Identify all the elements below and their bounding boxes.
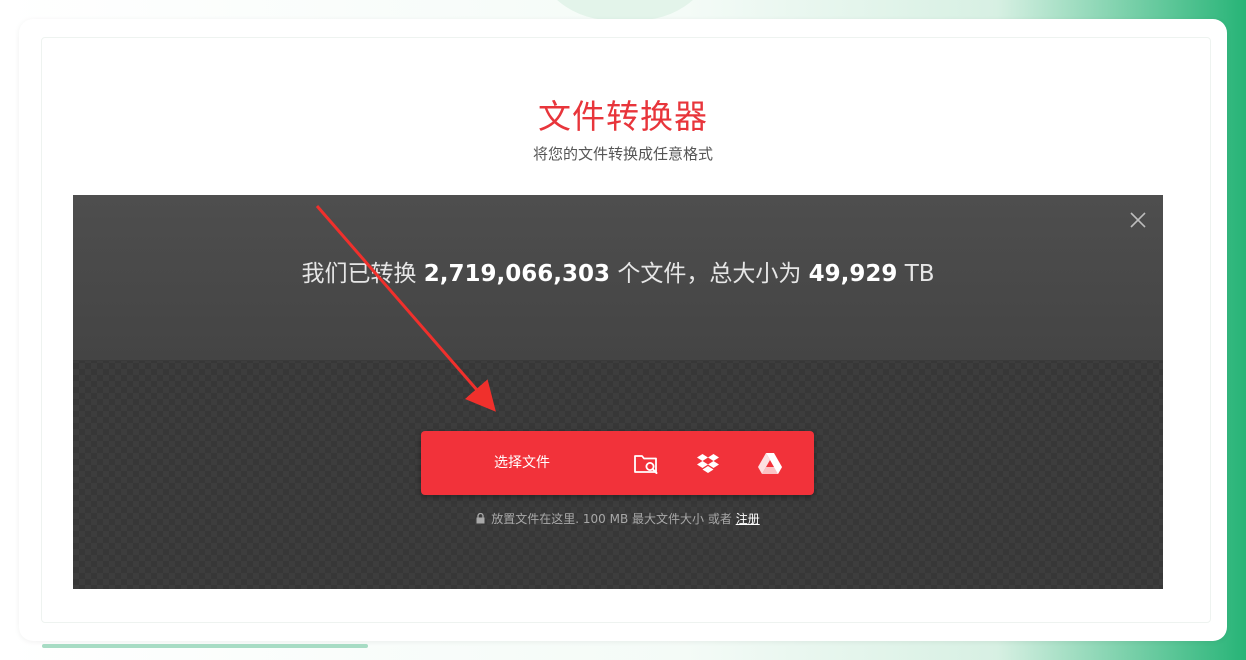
converter-panel[interactable]: 我们已转换 2,719,066,303 个文件，总大小为 49,929 TB 选… [73,195,1163,589]
page-title: 文件转换器 [538,97,708,136]
main-card: 文件转换器 将您的文件转换成任意格式 我们已转换 2,719,066,303 个… [19,19,1227,641]
stats-unit: TB [904,261,935,287]
stats-middle: 个文件，总大小为 [617,261,802,287]
dropbox-icon[interactable] [693,448,723,478]
upload-note: 放置文件在这里. 100 MB 最大文件大小 或者 注册 [73,509,1163,530]
stats-text: 我们已转换 2,719,066,303 个文件，总大小为 49,929 TB [73,259,1163,289]
stats-file-count: 2,719,066,303 [423,261,611,287]
upload-note-text: 放置文件在这里. 100 MB 最大文件大小 或者 [491,512,732,526]
select-file-bar: 选择文件 [421,431,814,495]
close-icon[interactable] [1129,211,1147,229]
decorative-blob [530,0,720,20]
select-file-button[interactable]: 选择文件 [421,431,623,495]
lock-icon [476,510,485,530]
google-drive-icon[interactable] [755,448,785,478]
stats-total-size: 49,929 [808,261,898,287]
stats-banner: 我们已转换 2,719,066,303 个文件，总大小为 49,929 TB [73,195,1163,361]
folder-search-icon[interactable] [631,448,661,478]
register-link[interactable]: 注册 [736,512,760,526]
stats-prefix: 我们已转换 [301,261,417,287]
page-subtitle: 将您的文件转换成任意格式 [532,145,713,163]
decorative-strip [42,644,368,648]
